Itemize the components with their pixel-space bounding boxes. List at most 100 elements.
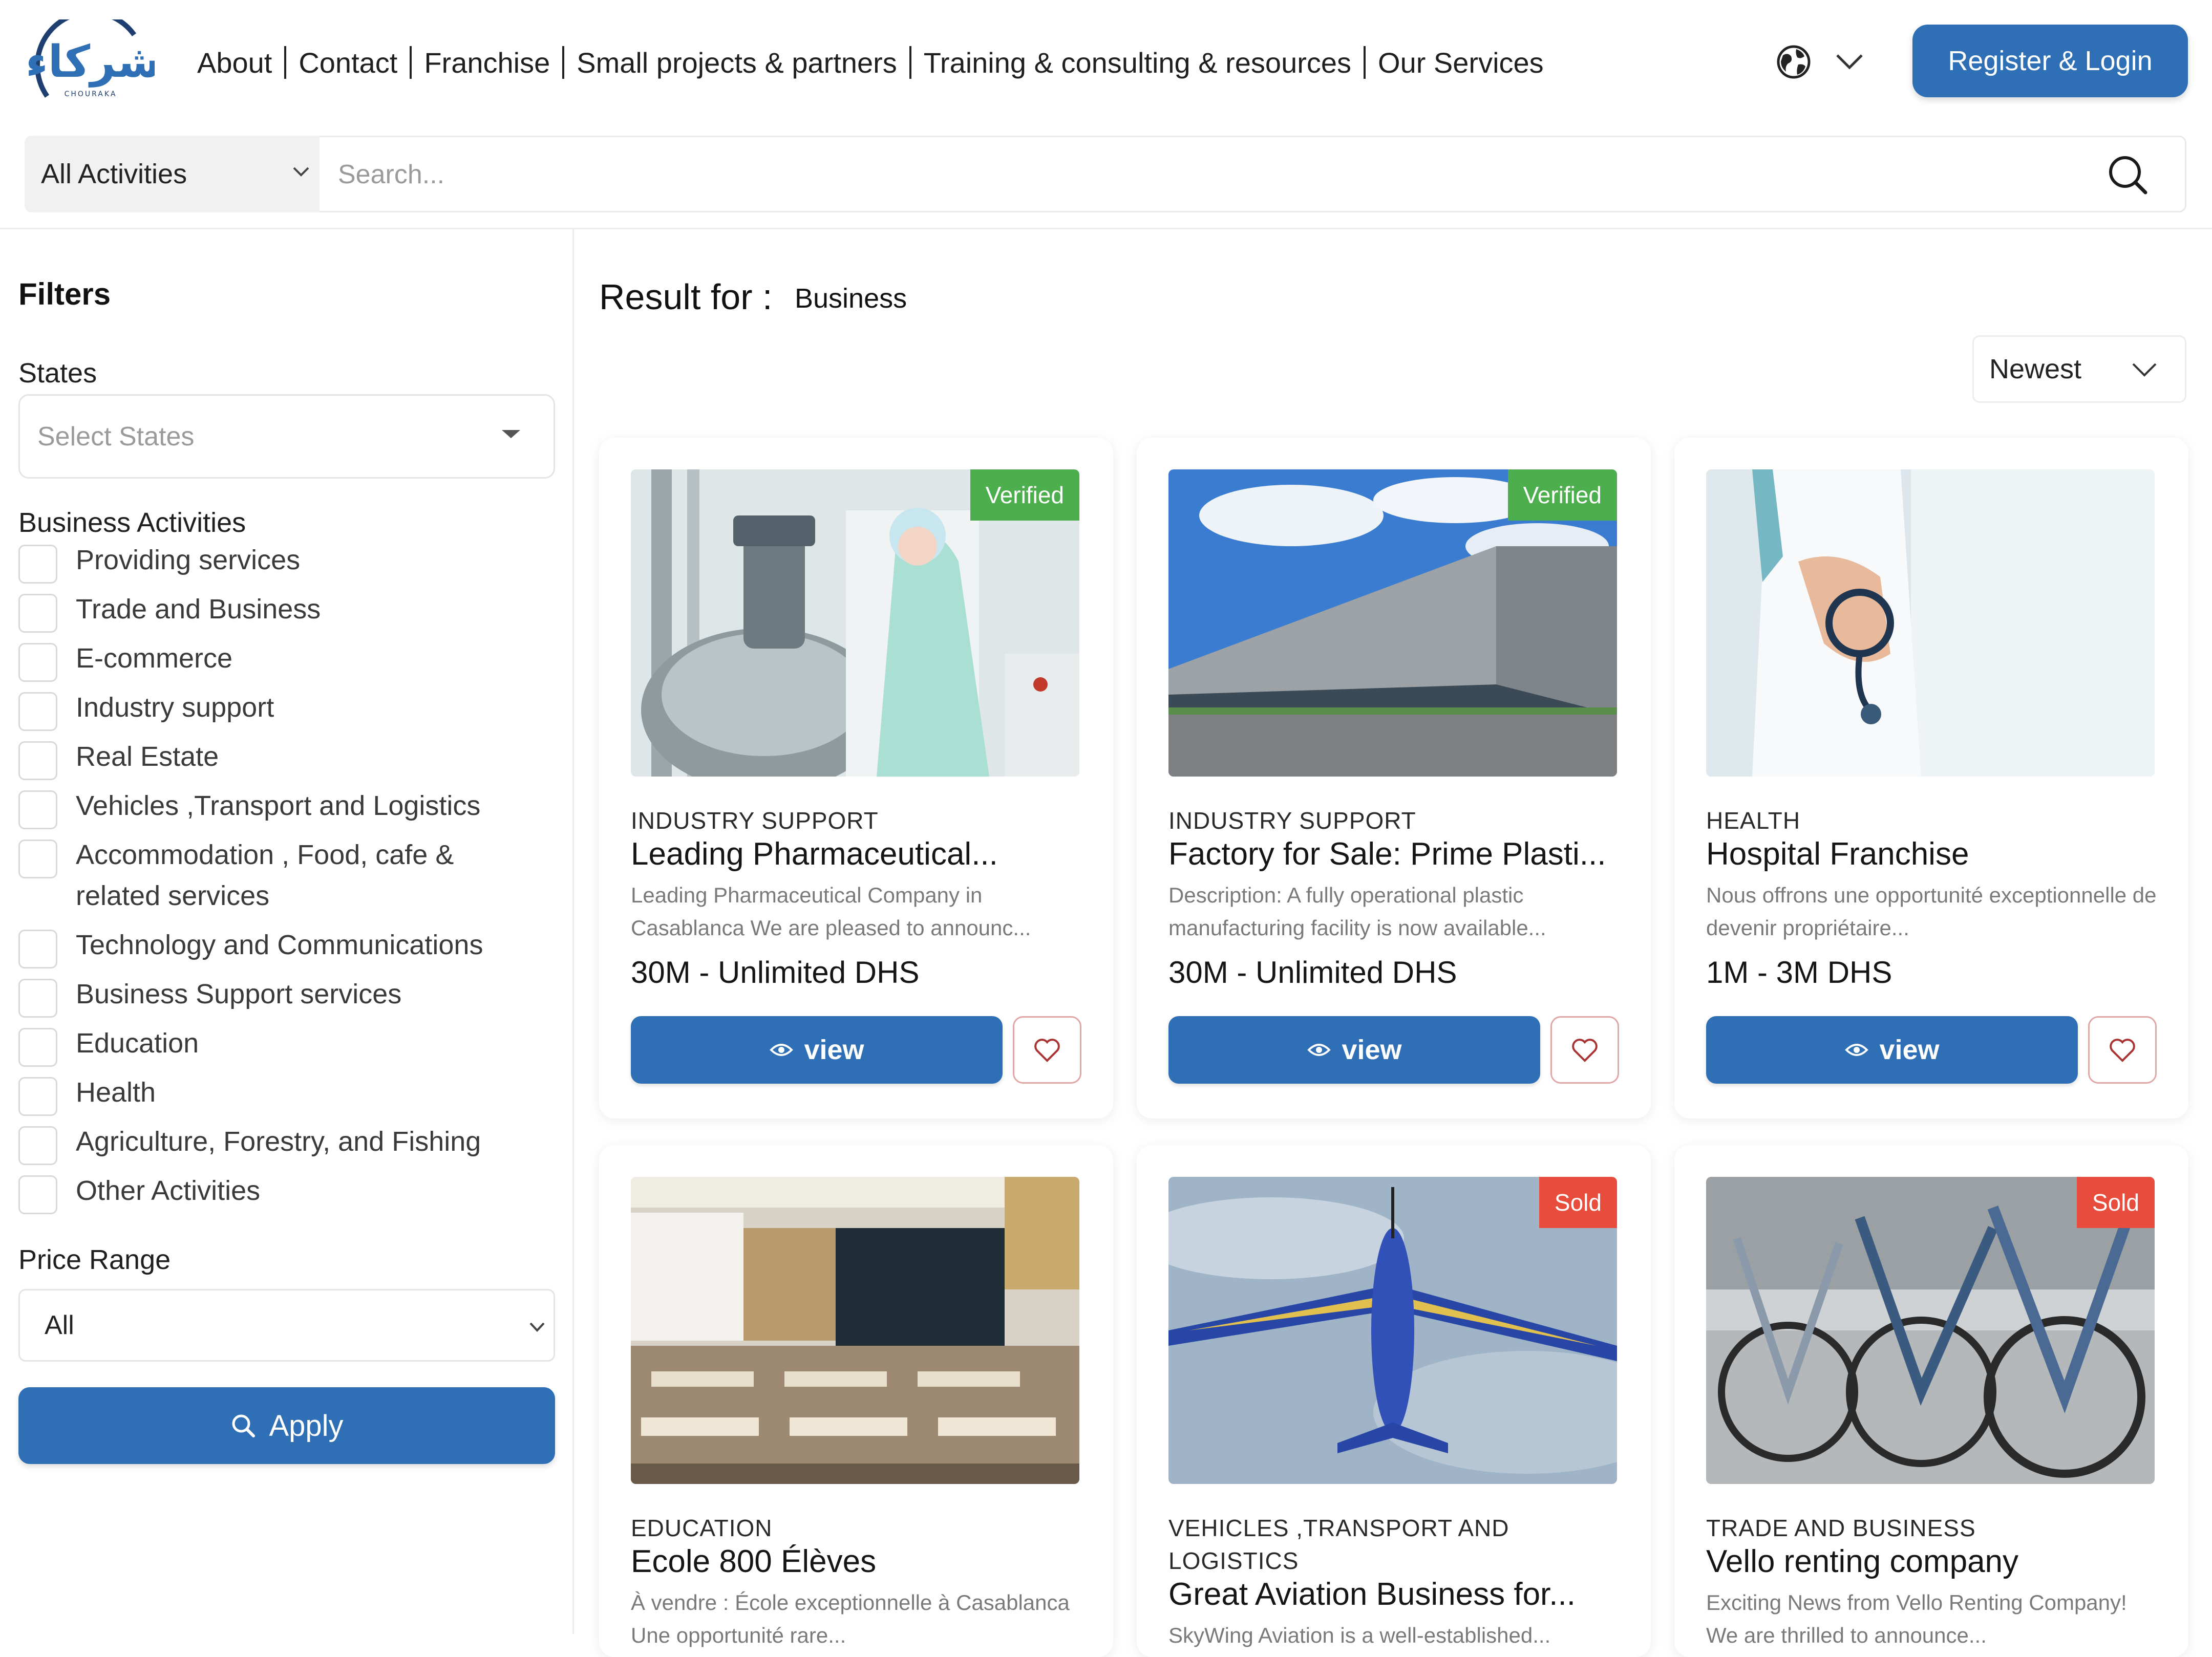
listing-card[interactable]: Sold TRADE AND BUSINESS Vello renting co… xyxy=(1674,1145,2188,1657)
view-button[interactable]: view xyxy=(1168,1016,1540,1084)
listing-title[interactable]: Factory for Sale: Prime Plasti... xyxy=(1168,836,1619,872)
checkbox[interactable] xyxy=(18,1126,57,1165)
price-range-select[interactable]: All xyxy=(18,1289,555,1362)
search-icon[interactable] xyxy=(2105,153,2150,197)
activity-option[interactable]: Real Estate xyxy=(18,741,219,780)
view-label: view xyxy=(1342,1035,1402,1065)
listing-title[interactable]: Leading Pharmaceutical... xyxy=(631,836,1081,872)
activity-select[interactable]: All Activities xyxy=(25,136,320,212)
checkbox[interactable] xyxy=(18,840,57,878)
nav-services[interactable]: Our Services xyxy=(1378,46,1544,79)
listing-description: Leading Pharmaceutical Company in Casabl… xyxy=(631,883,1031,940)
bicycles-photo[interactable]: Sold xyxy=(1706,1177,2155,1484)
listing-card[interactable]: Verified INDUSTRY SUPPORT Factory for Sa… xyxy=(1137,438,1651,1118)
apply-button[interactable]: Apply xyxy=(18,1387,555,1464)
activity-option[interactable]: E-commerce xyxy=(18,643,232,682)
nav-small-projects[interactable]: Small projects & partners xyxy=(577,46,897,79)
activity-option-label: Trade and Business xyxy=(76,594,321,625)
svg-text:شركاء: شركاء xyxy=(27,36,155,88)
search-input[interactable] xyxy=(328,143,2080,206)
checkbox[interactable] xyxy=(18,594,57,633)
activity-option[interactable]: Trade and Business xyxy=(18,594,321,633)
listing-description: Description: A fully operational plastic… xyxy=(1168,883,1546,940)
nav-training[interactable]: Training & consulting & resources xyxy=(924,46,1351,79)
airplane-photo[interactable]: Sold xyxy=(1168,1177,1617,1484)
activity-option[interactable]: Agriculture, Forestry, and Fishing xyxy=(18,1126,481,1165)
activity-option-label: Accommodation , Food, cafe & related ser… xyxy=(76,840,454,911)
listing-category: TRADE AND BUSINESS xyxy=(1706,1515,1976,1541)
checkbox[interactable] xyxy=(18,979,57,1018)
chevron-down-icon[interactable] xyxy=(1833,51,1866,72)
price-range-label: Price Range xyxy=(18,1244,171,1275)
activity-option-label: Industry support xyxy=(76,692,274,723)
register-login-button[interactable]: Register & Login xyxy=(1912,25,2188,97)
site-logo[interactable]: شركاء CHOURAKA xyxy=(26,9,161,106)
chevron-down-icon[interactable] xyxy=(528,1321,546,1333)
globe-icon[interactable] xyxy=(1776,44,1812,80)
activity-option[interactable]: Health xyxy=(18,1077,156,1116)
listing-description: Nous offrons une opportunité exceptionne… xyxy=(1706,883,2157,940)
checkbox[interactable] xyxy=(18,692,57,731)
favorite-button[interactable] xyxy=(1013,1016,1081,1084)
activity-option[interactable]: Other Activities xyxy=(18,1175,260,1214)
view-button[interactable]: view xyxy=(631,1016,1003,1084)
activity-option[interactable]: Business Support services xyxy=(18,979,401,1018)
listing-title[interactable]: Great Aviation Business for... xyxy=(1168,1576,1619,1612)
activity-option-label: E-commerce xyxy=(76,643,233,674)
activity-option-label: Business Support services xyxy=(76,979,402,1009)
favorite-button[interactable] xyxy=(2088,1016,2157,1084)
view-button[interactable]: view xyxy=(1706,1016,2078,1084)
checkbox[interactable] xyxy=(18,1028,57,1067)
activity-option-label: Providing services xyxy=(76,545,301,575)
checkbox[interactable] xyxy=(18,643,57,682)
chevron-down-icon[interactable] xyxy=(292,165,310,178)
nav-divider xyxy=(1364,46,1366,79)
sort-value: Newest xyxy=(1989,354,2082,384)
heart-icon xyxy=(1572,1039,1598,1062)
listing-category: HEALTH xyxy=(1706,807,1801,834)
activity-option-label: Education xyxy=(76,1028,199,1059)
activity-option[interactable]: Providing services xyxy=(18,545,300,584)
activity-select-value: All Activities xyxy=(41,159,187,189)
checkbox[interactable] xyxy=(18,545,57,584)
caret-down-icon[interactable] xyxy=(502,430,520,438)
chevron-down-icon[interactable] xyxy=(2130,361,2159,378)
activity-option[interactable]: Accommodation , Food, cafe & related ser… xyxy=(18,840,530,916)
svg-text:CHOURAKA: CHOURAKA xyxy=(65,90,117,98)
states-select[interactable]: Select States xyxy=(18,394,555,479)
doctor-stethoscope-photo[interactable] xyxy=(1706,469,2155,777)
activity-option[interactable]: Technology and Communications xyxy=(18,930,483,969)
verified-badge: Verified xyxy=(970,469,1079,521)
listing-description: Exciting News from Vello Renting Company… xyxy=(1706,1590,2127,1647)
nav-franchise[interactable]: Franchise xyxy=(424,46,550,79)
main-nav: About Contact Franchise Small projects &… xyxy=(197,42,1544,83)
listing-card[interactable]: HEALTH Hospital Franchise Nous offrons u… xyxy=(1674,438,2188,1118)
classroom-photo[interactable] xyxy=(631,1177,1079,1484)
favorite-button[interactable] xyxy=(1550,1016,1619,1084)
checkbox[interactable] xyxy=(18,1175,57,1214)
listing-card[interactable]: Verified INDUSTRY SUPPORT Leading Pharma… xyxy=(599,438,1113,1118)
activity-option[interactable]: Industry support xyxy=(18,692,274,731)
checkbox[interactable] xyxy=(18,790,57,829)
listing-category: INDUSTRY SUPPORT xyxy=(1168,807,1416,834)
result-term: Business xyxy=(795,283,907,314)
pharmaceutical-lab-photo[interactable]: Verified xyxy=(631,469,1079,777)
factory-building-photo[interactable]: Verified xyxy=(1168,469,1617,777)
checkbox[interactable] xyxy=(18,930,57,969)
eye-icon xyxy=(1845,1044,1869,1056)
listing-category: INDUSTRY SUPPORT xyxy=(631,807,879,834)
checkbox[interactable] xyxy=(18,741,57,780)
listing-card[interactable]: Sold VEHICLES ,TRANSPORT AND LOGISTICS G… xyxy=(1137,1145,1651,1657)
nav-contact[interactable]: Contact xyxy=(299,46,397,79)
activity-option[interactable]: Education xyxy=(18,1028,199,1067)
checkbox[interactable] xyxy=(18,1077,57,1116)
listing-title[interactable]: Ecole 800 Élèves xyxy=(631,1543,1081,1580)
activity-option[interactable]: Vehicles ,Transport and Logistics xyxy=(18,790,480,829)
listing-description: À vendre : École exceptionnelle à Casabl… xyxy=(631,1590,1070,1647)
nav-about[interactable]: About xyxy=(197,46,272,79)
nav-divider xyxy=(562,46,565,79)
listing-title[interactable]: Vello renting company xyxy=(1706,1543,2157,1580)
listing-card[interactable]: EDUCATION Ecole 800 Élèves À vendre : Éc… xyxy=(599,1145,1113,1657)
listing-price: 30M - Unlimited DHS xyxy=(1168,955,1457,989)
listing-title[interactable]: Hospital Franchise xyxy=(1706,836,2157,872)
